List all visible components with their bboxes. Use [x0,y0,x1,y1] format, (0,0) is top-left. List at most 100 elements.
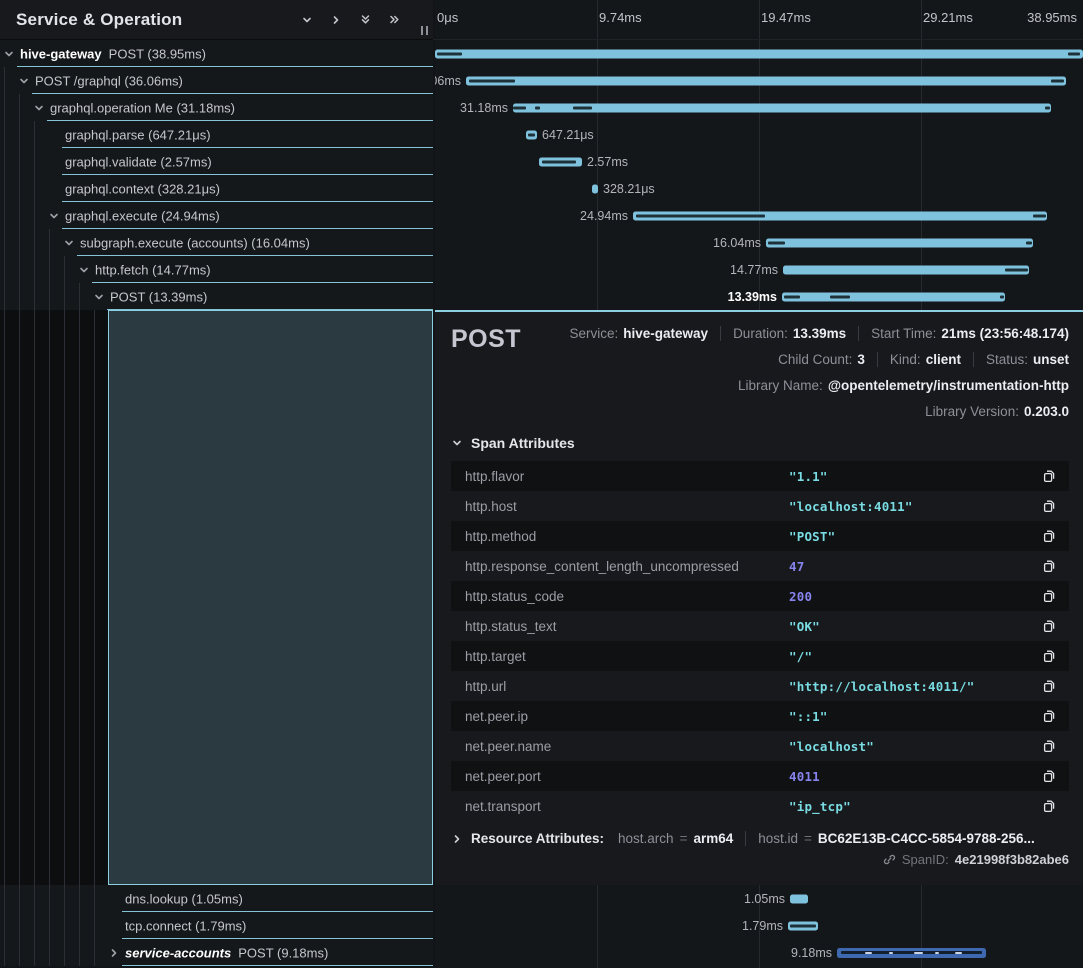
chevron-right-icon[interactable] [325,9,347,31]
span-bar[interactable] [466,76,1066,85]
span-attributes-toggle[interactable]: Span Attributes [451,435,1069,451]
indent-guide [49,912,50,939]
span-row-name-cell[interactable]: graphql.context (328.21μs) [0,175,433,202]
span-row-timeline-cell: 31.18ms [435,94,1083,121]
bar-child-marker [768,241,785,244]
span-bar[interactable] [513,103,1051,112]
indent-guide [49,229,50,256]
double-chevron-right-icon[interactable] [383,9,405,31]
attribute-row: http.flavor"1.1" [451,461,1069,491]
span-name: graphql.parse (647.21μs) [65,127,211,142]
span-bar[interactable] [435,49,1083,58]
span-row-name-cell[interactable]: POST (13.39ms) [0,283,433,310]
copy-icon[interactable] [1042,589,1056,603]
copy-icon[interactable] [1042,529,1056,543]
span-row-name-cell[interactable]: graphql.operation Me (31.18ms) [0,94,433,121]
span-row-name-cell[interactable]: subgraph.execute (accounts) (16.04ms) [0,229,433,256]
indent-guide [49,939,50,966]
bar-child-marker [528,133,535,136]
tree-header-title: Service & Operation [16,10,182,30]
bar-duration-label: 9.18ms [791,946,832,960]
chevron-down-icon[interactable] [48,210,60,222]
span-row-name-cell[interactable]: tcp.connect (1.79ms) [0,912,433,939]
attribute-row: http.status_text"OK" [451,611,1069,641]
copy-icon[interactable] [1042,559,1056,573]
chevron-right-icon[interactable] [108,947,120,959]
attribute-row: http.host"localhost:4011" [451,491,1069,521]
span-bar[interactable] [526,130,537,139]
span-row: http.fetch (14.77ms)14.77ms [0,256,1083,283]
selected-span-focus-block [108,310,433,885]
indent-guide [4,94,5,121]
chevron-down-icon[interactable] [63,237,75,249]
meta-key: Service: [569,324,618,343]
indent-guide [4,939,5,966]
indent-guide [4,202,5,229]
span-row-name-cell[interactable]: http.fetch (14.77ms) [0,256,433,283]
copy-icon[interactable] [1042,649,1056,663]
bar-child-marker [636,214,765,217]
attribute-row: http.target"/" [451,641,1069,671]
chevron-down-icon[interactable] [78,264,90,276]
span-bar[interactable] [837,948,986,958]
chevron-down-icon[interactable] [3,48,15,60]
bar-child-marker [469,79,515,82]
span-row-timeline-cell: 647.21μs [435,121,1083,148]
link-icon[interactable] [883,853,896,866]
indent-guide [64,256,65,283]
span-bar[interactable] [766,238,1033,247]
attribute-row: net.peer.ip"::1" [451,701,1069,731]
chevron-down-icon[interactable] [18,75,30,87]
span-bar[interactable] [790,894,808,903]
bar-dash-marker [914,952,923,954]
span-detail-left-gutter [0,310,433,885]
chevron-down-icon[interactable] [296,9,318,31]
span-bar[interactable] [782,292,1005,301]
span-bar[interactable] [788,921,818,930]
copy-icon[interactable] [1042,799,1056,813]
span-row-name-cell[interactable]: graphql.validate (2.57ms) [0,148,433,175]
chevron-down-icon[interactable] [33,102,45,114]
span-bar[interactable] [783,265,1029,274]
attribute-key: net.peer.name [465,739,789,754]
chevron-down-icon[interactable] [93,291,105,303]
timeline-ruler: 0μs9.74ms19.47ms29.21ms38.95ms [433,0,1083,40]
span-bar[interactable] [592,184,598,193]
resource-attributes-title: Resource Attributes: [471,831,604,846]
header: Service & Operation 0μs9.74ms19.47ms29.2… [0,0,1083,40]
copy-icon[interactable] [1042,619,1056,633]
span-row-name-cell[interactable]: service-accountsPOST (9.18ms) [0,939,433,966]
span-name: http.fetch (14.77ms) [95,262,211,277]
copy-icon[interactable] [1042,739,1056,753]
copy-icon[interactable] [1042,679,1056,693]
copy-icon[interactable] [1042,499,1056,513]
span-row-timeline-cell: 36.06ms [435,67,1083,94]
indent-guide [34,148,35,175]
column-resize-grip-icon[interactable] [421,26,428,35]
trace-viewer: Service & Operation 0μs9.74ms19.47ms29.2… [0,0,1083,968]
indent-guide [19,148,20,175]
span-bar[interactable] [539,157,582,166]
bar-duration-label: 328.21μs [603,182,655,196]
copy-icon[interactable] [1042,709,1056,723]
copy-icon[interactable] [1042,769,1056,783]
span-meta-line: Library Version:0.203.0 [925,402,1069,421]
tree-header-actions [296,9,433,31]
indent-guide [49,310,50,885]
attribute-key: http.target [465,649,789,664]
double-chevron-down-icon[interactable] [354,9,376,31]
span-row-name-cell[interactable]: graphql.execute (24.94ms) [0,202,433,229]
span-row-name-cell[interactable]: dns.lookup (1.05ms) [0,885,433,912]
span-bar[interactable] [633,211,1047,220]
attribute-key: http.flavor [465,469,789,484]
operation-name: graphql.operation Me (31.18ms) [50,100,235,115]
span-row-name-cell[interactable]: POST /graphql (36.06ms) [0,67,433,94]
span-row-name-cell[interactable]: hive-gatewayPOST (38.95ms) [0,40,433,67]
span-row-name-cell[interactable]: graphql.parse (647.21μs) [0,121,433,148]
attribute-key: net.peer.port [465,769,789,784]
resource-attribute: host.id=BC62E13B-C4CC-5854-9788-256... [758,831,1035,846]
span-row-timeline-cell: 9.18ms [435,939,1083,966]
bar-child-marker [1045,106,1050,109]
copy-icon[interactable] [1042,469,1056,483]
resource-attributes-row[interactable]: Resource Attributes: host.arch=arm64host… [451,831,1069,846]
